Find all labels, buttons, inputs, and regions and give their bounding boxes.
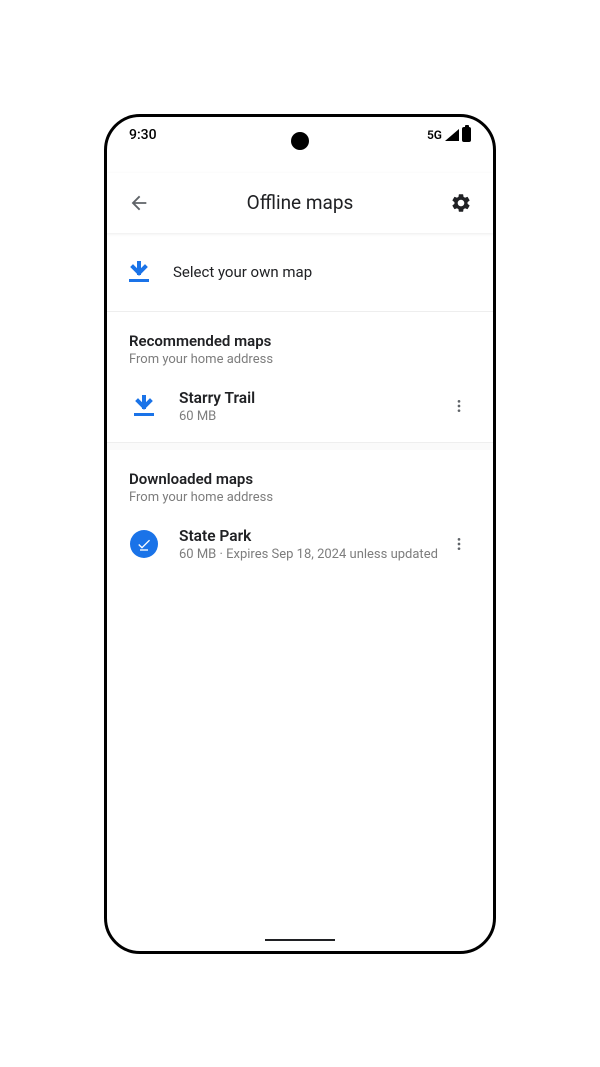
arrow-left-icon xyxy=(128,192,150,214)
gear-icon xyxy=(450,192,472,214)
back-button[interactable] xyxy=(125,192,153,214)
downloaded-title: Downloaded maps xyxy=(129,470,471,488)
map-meta: 60 MB · Expires Sep 18, 2024 unless upda… xyxy=(179,547,447,562)
map-meta: 60 MB xyxy=(179,409,447,424)
recommended-subtitle: From your home address xyxy=(129,352,471,367)
downloaded-map-row[interactable]: State Park 60 MB · Expires Sep 18, 2024 … xyxy=(107,509,493,580)
camera-cutout xyxy=(291,132,309,150)
map-info: State Park 60 MB · Expires Sep 18, 2024 … xyxy=(179,527,447,562)
map-name: Starry Trail xyxy=(179,389,447,407)
page-title: Offline maps xyxy=(153,191,447,214)
nav-handle[interactable] xyxy=(265,939,335,941)
battery-icon xyxy=(462,127,471,142)
more-button[interactable] xyxy=(447,536,471,552)
more-vert-icon xyxy=(451,398,467,414)
map-name: State Park xyxy=(179,527,447,545)
section-separator xyxy=(107,442,493,450)
more-button[interactable] xyxy=(447,398,471,414)
settings-button[interactable] xyxy=(447,192,475,214)
more-vert-icon xyxy=(451,536,467,552)
select-own-map-label: Select your own map xyxy=(173,263,312,281)
status-time: 9:30 xyxy=(129,127,300,143)
recommended-section: Recommended maps From your home address … xyxy=(107,312,493,442)
download-icon xyxy=(129,395,159,417)
content: Select your own map Recommended maps Fro… xyxy=(107,233,493,580)
status-right: 5G xyxy=(300,127,471,142)
map-info: Starry Trail 60 MB xyxy=(179,389,447,424)
select-own-map-row[interactable]: Select your own map xyxy=(107,233,493,312)
downloaded-check-icon xyxy=(129,530,159,558)
recommended-map-row[interactable]: Starry Trail 60 MB xyxy=(107,371,493,442)
signal-icon xyxy=(445,129,459,141)
phone-frame: 9:30 5G Offline maps xyxy=(104,114,496,954)
recommended-header: Recommended maps From your home address xyxy=(107,312,493,371)
recommended-title: Recommended maps xyxy=(129,332,471,350)
downloaded-subtitle: From your home address xyxy=(129,490,471,505)
network-label: 5G xyxy=(427,128,442,142)
app-bar: Offline maps xyxy=(107,173,493,233)
downloaded-header: Downloaded maps From your home address xyxy=(107,450,493,509)
downloaded-section: Downloaded maps From your home address S… xyxy=(107,450,493,580)
download-icon xyxy=(129,261,149,283)
